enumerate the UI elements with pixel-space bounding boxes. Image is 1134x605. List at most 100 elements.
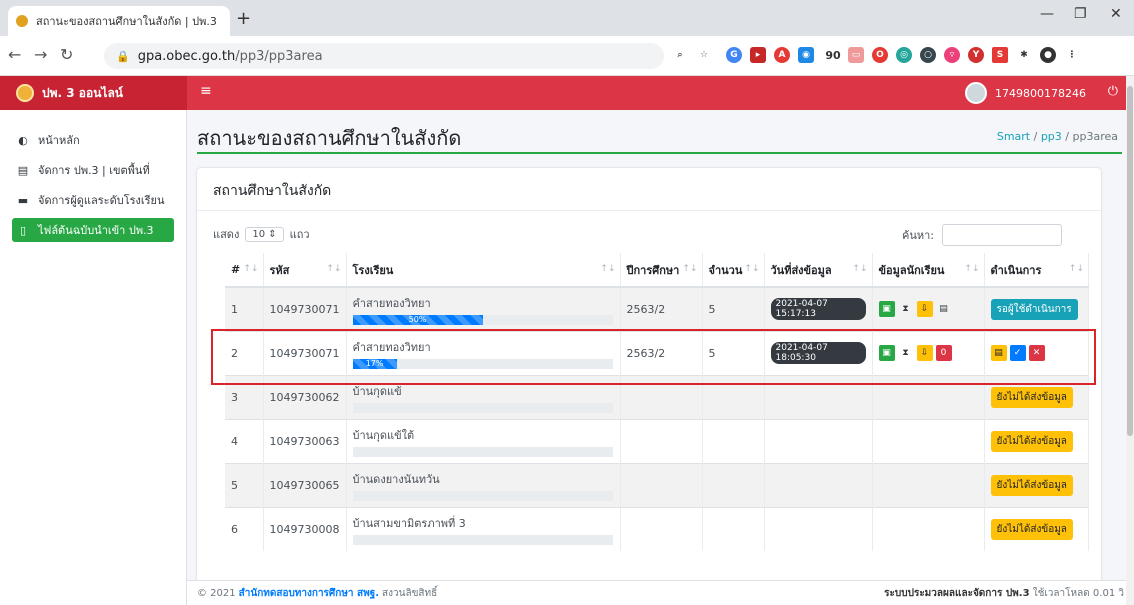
user-menu[interactable]: 1749800178246	[965, 82, 1086, 104]
cell-student-data: ▣ ⧗ ⇩ ▤	[872, 286, 985, 331]
not-submitted-button[interactable]: ยังไม่ได้ส่งข้อมูล	[990, 518, 1073, 540]
col-date[interactable]: วันที่ส่งข้อมูล ↑↓	[764, 253, 873, 288]
zoom-icon[interactable]: ⌕	[672, 47, 688, 63]
adblock-icon[interactable]: A	[774, 47, 790, 63]
not-submitted-button[interactable]: ยังไม่ได้ส่งข้อมูล	[990, 386, 1073, 408]
col-school[interactable]: โรงเรียน ↑↓	[346, 253, 621, 288]
sort-icon: ↑↓	[744, 264, 760, 274]
logo-icon	[16, 84, 34, 102]
forward-icon[interactable]: →	[34, 45, 47, 64]
extension-s-icon[interactable]: S	[992, 47, 1008, 63]
approve-check-icon[interactable]: ✓	[1009, 345, 1026, 361]
date-badge: 2021-04-07 18:05:30	[770, 342, 866, 364]
col-action[interactable]: ดำเนินการ ↑↓	[984, 253, 1089, 288]
footer-system-name: ระบบประมวลผลและจัดการ ปพ.3	[884, 587, 1030, 599]
lock-icon: 🔒	[116, 49, 130, 63]
cell-count	[702, 462, 765, 507]
brand[interactable]: ปพ. 3 ออนไลน์	[0, 76, 187, 110]
profile-icon[interactable]: ●	[1040, 47, 1056, 63]
scrollbar-thumb[interactable]	[1127, 86, 1133, 436]
waiting-user-button[interactable]: รอผู้ใช้ดำเนินการ	[990, 298, 1078, 320]
reject-x-icon[interactable]: ✕	[1028, 345, 1045, 361]
extension-circle-icon[interactable]: ◎	[896, 47, 912, 63]
extension-ring-icon[interactable]: ○	[920, 47, 936, 63]
school-name: บ้านกุดแข้	[352, 384, 402, 398]
menu-kebab-icon[interactable]: ⋮	[1064, 47, 1080, 63]
sort-icon: ↑↓	[243, 264, 259, 274]
sidebar-item-school-admin[interactable]: ▬ จัดการผู้ดูแลระดับโรงเรียน	[12, 188, 174, 212]
excel-icon[interactable]: ▣	[878, 345, 895, 361]
cell-student-data	[872, 462, 985, 507]
hamburger-icon[interactable]: ≡	[200, 83, 212, 99]
col-count[interactable]: จำนวน ↑↓	[702, 253, 765, 288]
hourglass-icon[interactable]: ⧗	[898, 301, 914, 317]
close-window-icon[interactable]: ✕	[1110, 6, 1122, 22]
col-student-data[interactable]: ข้อมูลนักเรียน ↑↓	[872, 253, 985, 288]
cell-student-data	[872, 374, 985, 419]
view-file-icon[interactable]: ▤	[990, 345, 1007, 361]
schools-table: # ↑↓ รหัส ↑↓ โรงเรียน ↑↓ ปีการศึกษา ↑↓ จำนวน…	[225, 253, 1089, 551]
file-import-icon[interactable]: ⇩	[916, 301, 933, 318]
col-year[interactable]: ปีการศึกษา ↑↓	[620, 253, 703, 288]
not-submitted-button[interactable]: ยังไม่ได้ส่งข้อมูล	[990, 430, 1073, 452]
file-import-icon[interactable]: ⇩	[916, 345, 933, 361]
address-bar[interactable]: 🔒 gpa.obec.go.th/pp3/pp3area	[104, 43, 664, 69]
progress-bar: 50%	[352, 314, 613, 325]
star-icon[interactable]: ☆	[696, 47, 712, 63]
cell-school: บ้านกุดแข้	[346, 374, 621, 419]
extension-pocket-icon[interactable]: ▿	[944, 47, 960, 63]
sidebar-item-home[interactable]: ◐ หน้าหลัก	[12, 128, 174, 152]
new-tab-icon[interactable]: +	[236, 8, 251, 29]
main-content: สถานะของสถานศึกษาในสังกัด Smart / pp3 / …	[187, 110, 1134, 595]
extension-play-icon[interactable]: ▸	[750, 47, 766, 63]
table-row: 5 1049730065 บ้านดงยางนันทวัน ยังไม่ได้ส…	[225, 462, 1089, 507]
extension-yab-icon[interactable]: Y	[968, 47, 984, 63]
extension-coupon-icon[interactable]: ▭	[848, 47, 864, 63]
restore-icon[interactable]: ❐	[1074, 6, 1087, 22]
sort-icon: ↑↓	[1068, 264, 1084, 274]
book-icon: ▤	[17, 163, 29, 177]
site-favicon-icon	[16, 15, 28, 27]
cell-count	[702, 506, 765, 551]
breadcrumb-pp3[interactable]: pp3	[1041, 130, 1062, 143]
camera-icon[interactable]: ◉	[798, 47, 814, 63]
excel-icon[interactable]: ▣	[878, 301, 895, 318]
cell-school: บ้านกุดแข้ใต้	[346, 418, 621, 463]
sidebar-item-source-files[interactable]: ▯ ไฟล์ต้นฉบับนำเข้า ปพ.3	[12, 218, 174, 242]
browser-tab[interactable]: สถานะของสถานศึกษาในสังกัด | ปพ.3 ×	[8, 6, 230, 36]
cell-year	[620, 374, 703, 419]
reload-icon[interactable]: ↻	[60, 45, 73, 64]
extension-opera-icon[interactable]: O	[872, 47, 888, 63]
length-prefix: แสดง	[213, 228, 240, 241]
cell-count	[702, 418, 765, 463]
length-select[interactable]: 10 ⇕	[245, 226, 284, 242]
extensions-puzzle-icon[interactable]: ✱	[1016, 47, 1032, 63]
cell-date	[764, 374, 873, 419]
progress-fill: 17%	[352, 358, 397, 369]
not-submitted-button[interactable]: ยังไม่ได้ส่งข้อมูล	[990, 474, 1073, 496]
sidebar-item-manage-pp3[interactable]: ▤ จัดการ ปพ.3 | เขตพื้นที่	[12, 158, 174, 182]
footer-org-link[interactable]: สำนักทดสอบทางการศึกษา สพฐ.	[239, 586, 379, 601]
cell-action: รอผู้ใช้ดำเนินการ	[984, 286, 1089, 331]
col-no[interactable]: # ↑↓	[225, 253, 264, 288]
scrollbar[interactable]	[1126, 76, 1134, 605]
col-code[interactable]: รหัส ↑↓	[263, 253, 347, 288]
count-badge[interactable]: 0	[935, 345, 952, 361]
back-icon[interactable]: ←	[8, 45, 21, 64]
cell-code: 1049730062	[263, 374, 347, 419]
search-input[interactable]	[942, 224, 1063, 246]
breadcrumb-current: pp3area	[1072, 130, 1119, 143]
pdf-icon[interactable]: ▤	[936, 301, 952, 317]
sort-icon: ↑↓	[682, 264, 698, 274]
date-badge: 2021-04-07 15:17:13	[770, 298, 866, 321]
minimize-icon[interactable]: —	[1040, 6, 1054, 22]
sort-icon: ↑↓	[326, 264, 342, 274]
logout-power-icon[interactable]: ⏻	[1108, 84, 1118, 99]
badge-count[interactable]: 90	[822, 47, 844, 63]
breadcrumb-smart[interactable]: Smart	[997, 130, 1030, 143]
hourglass-icon[interactable]: ⧗	[898, 345, 914, 361]
cell-year	[620, 506, 703, 551]
extension-translate-icon[interactable]: G	[726, 47, 742, 63]
page-title: สถานะของสถานศึกษาในสังกัด	[197, 126, 462, 150]
cell-code: 1049730071	[263, 286, 347, 331]
